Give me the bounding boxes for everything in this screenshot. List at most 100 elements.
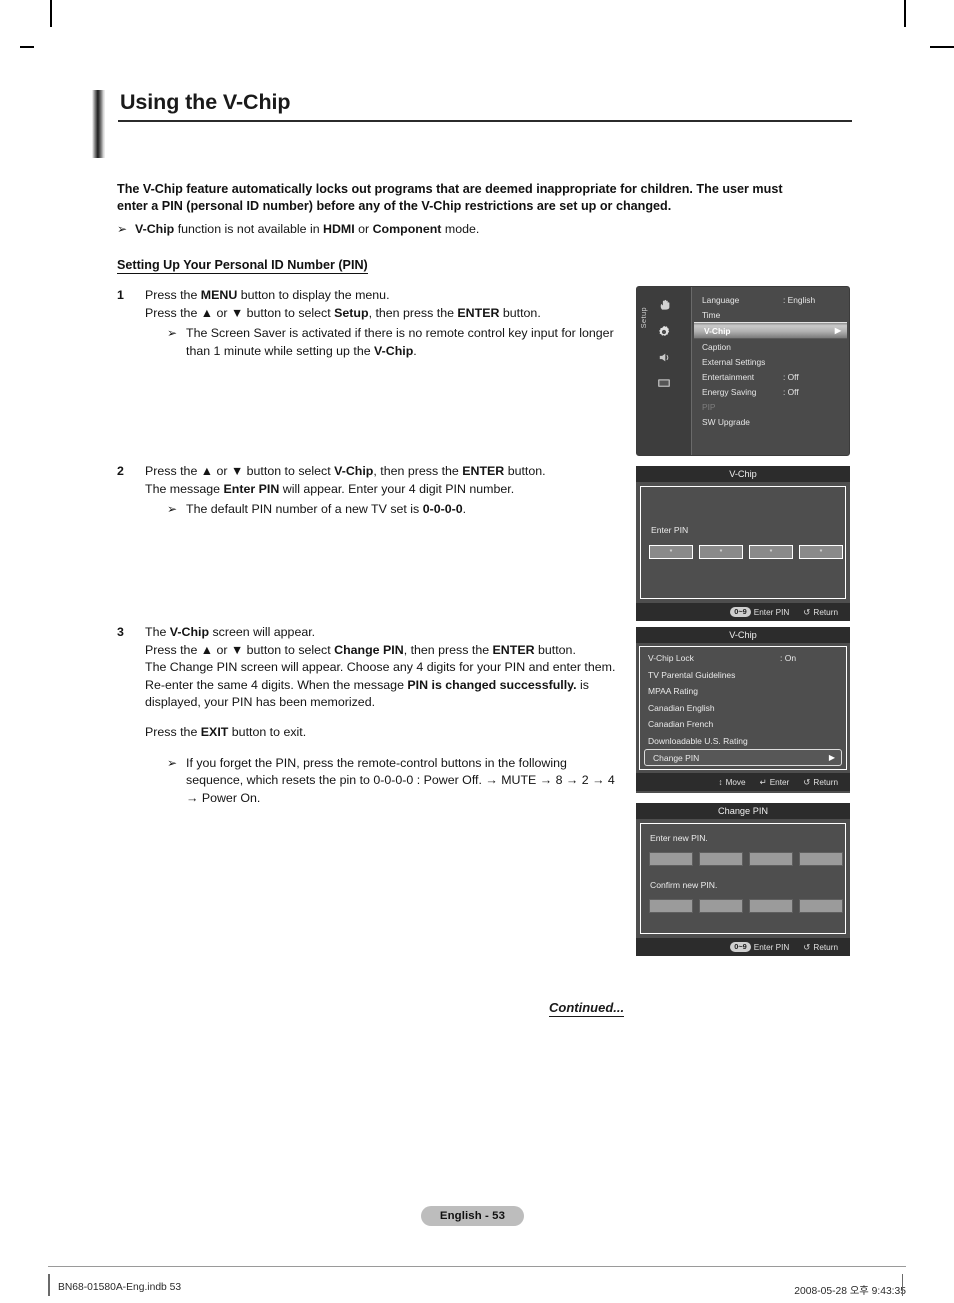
vchip-item-tv-parental-guidelines-label: TV Parental Guidelines <box>648 669 736 680</box>
change-pin-new-row[interactable] <box>649 852 843 866</box>
vchip-item-mpaa-rating-label: MPAA Rating <box>648 686 698 697</box>
chevron-right-icon: ▶ <box>834 326 841 335</box>
up-down-arrow-icon: ↕ <box>718 777 723 787</box>
vchip-item-downloadable-us-rating-label: Downloadable U.S. Rating <box>648 735 748 746</box>
crop-mark-top-left-vertical <box>50 0 52 27</box>
vchip-item-lock[interactable]: V-Chip Lock : On <box>640 650 846 667</box>
osd-enter-pin-footer: 0~9 Enter PIN ↺ Return <box>636 603 850 621</box>
step-3-note-text: If you forget the PIN, press the remote-… <box>186 755 615 805</box>
menu-item-pip-label: PIP <box>702 401 716 412</box>
pin-digit-4[interactable]: * <box>799 545 843 559</box>
pin-digit-2[interactable]: * <box>699 545 743 559</box>
change-pin-confirm-row[interactable] <box>649 899 843 913</box>
title-accent-bar <box>92 90 105 158</box>
step-3-note: ➢ If you forget the PIN, press the remot… <box>167 755 627 808</box>
osd-setup-menu[interactable]: Setup Language : English Time V-Chip ▶ C… <box>636 286 850 456</box>
pin-digit-3[interactable]: * <box>749 545 793 559</box>
intro-bullet-t5: Component <box>372 222 442 236</box>
menu-item-time[interactable]: Time <box>692 307 849 322</box>
s2na: The default PIN number of a new TV set i… <box>186 502 423 517</box>
setup-rail-icons <box>655 297 673 392</box>
s1l2a: Press the ▲ or ▼ button to select <box>145 305 335 320</box>
hint-enter-pin: 0~9 Enter PIN <box>730 607 789 617</box>
s3l2a: Press the ▲ or ▼ button to select <box>145 642 335 657</box>
gear-icon[interactable] <box>655 323 673 340</box>
step-1-line-1: Press the MENU button to display the men… <box>145 287 627 305</box>
confirm-pin-digit-2[interactable] <box>699 899 743 913</box>
crop-mark-top-right-horizontal <box>930 46 954 48</box>
menu-item-sw-upgrade[interactable]: SW Upgrade <box>692 414 849 429</box>
menu-item-entertainment[interactable]: Entertainment : Off <box>692 369 849 384</box>
speaker-icon[interactable] <box>655 349 673 366</box>
s3l2e: button. <box>534 642 576 657</box>
confirm-pin-digit-1[interactable] <box>649 899 693 913</box>
hint-enter: ↵ Enter <box>760 777 790 788</box>
confirm-pin-digit-4[interactable] <box>799 899 843 913</box>
osd-vchip-footer: ↕ Move ↵ Enter ↺ Return <box>636 773 850 791</box>
menu-item-language[interactable]: Language : English <box>692 292 849 307</box>
osd-change-pin-footer: 0~9 Enter PIN ↺ Return <box>636 938 850 956</box>
vchip-item-change-pin[interactable]: Change PIN ▶ <box>644 749 842 766</box>
hint-return-label: Return <box>813 777 838 787</box>
hint-return-label: Return <box>813 942 838 952</box>
s3l1c: screen will appear. <box>209 625 316 639</box>
vchip-item-canadian-english-label: Canadian English <box>648 702 715 713</box>
intro-bullet-t6: mode. <box>441 222 480 236</box>
step-3-exit-line: Press the EXIT button to exit. <box>145 724 627 742</box>
menu-item-energy-saving[interactable]: Energy Saving : Off <box>692 384 849 399</box>
new-pin-digit-1[interactable] <box>649 852 693 866</box>
s3l2c: , then press the <box>403 642 493 657</box>
confirm-pin-digit-3[interactable] <box>749 899 793 913</box>
menu-item-external-settings-label: External Settings <box>702 356 766 367</box>
new-pin-digit-2[interactable] <box>699 852 743 866</box>
setup-rail-label: Setup <box>639 307 648 329</box>
menu-item-external-settings[interactable]: External Settings <box>692 354 849 369</box>
vchip-item-canadian-english[interactable]: Canadian English <box>640 700 846 717</box>
step-2: 2 Press the ▲ or ▼ button to select V-Ch… <box>117 463 627 519</box>
s3l2b: Change PIN <box>334 642 404 657</box>
osd-change-pin[interactable]: Change PIN Enter new PIN. Confirm new PI… <box>636 803 850 956</box>
crop-mark-top-right-vertical <box>904 0 906 27</box>
page-title: Using the V-Chip <box>120 90 291 114</box>
step-3: 3 The V-Chip screen will appear. Press t… <box>117 624 627 807</box>
vchip-item-tv-parental-guidelines[interactable]: TV Parental Guidelines <box>640 667 846 684</box>
menu-item-vchip[interactable]: V-Chip ▶ <box>694 322 847 339</box>
step-2-note: ➢ The default PIN number of a new TV set… <box>167 501 627 519</box>
intro-bullet-t2: function is not available in <box>174 222 324 236</box>
numeric-keys-pill: 0~9 <box>730 607 751 617</box>
vchip-item-downloadable-us-rating[interactable]: Downloadable U.S. Rating <box>640 733 846 750</box>
new-pin-digit-4[interactable] <box>799 852 843 866</box>
continued-link: Continued... <box>549 1000 625 1017</box>
s2l1e: button. <box>504 464 546 478</box>
screen-icon[interactable] <box>655 375 673 392</box>
s2l2c: will appear. Enter your 4 digit PIN numb… <box>279 481 515 496</box>
enter-pin-label: Enter PIN <box>651 525 689 535</box>
pin-digit-1[interactable]: * <box>649 545 693 559</box>
hand-icon[interactable] <box>655 297 673 314</box>
bullet-arrow-icon: ➢ <box>167 755 178 770</box>
s2l2a: The message <box>145 481 224 496</box>
new-pin-digit-3[interactable] <box>749 852 793 866</box>
section-heading: Setting Up Your Personal ID Number (PIN) <box>117 258 368 274</box>
step-3-line-1: The V-Chip screen will appear. <box>145 624 627 642</box>
osd-enter-pin-title: V-Chip <box>636 466 850 482</box>
vchip-item-canadian-french[interactable]: Canadian French <box>640 716 846 733</box>
s3l1a: The <box>145 625 170 639</box>
hint-return: ↺ Return <box>803 942 838 953</box>
enter-pin-digit-row[interactable]: * * * * <box>649 545 843 559</box>
menu-item-sw-upgrade-label: SW Upgrade <box>702 416 750 427</box>
s1l1a: Press the <box>145 288 201 302</box>
return-arrow-icon: ↺ <box>803 776 811 787</box>
vchip-item-mpaa-rating[interactable]: MPAA Rating <box>640 683 846 700</box>
bullet-arrow-icon: ➢ <box>167 326 178 341</box>
bullet-arrow-icon: ➢ <box>117 222 128 236</box>
s1l2b: Setup <box>334 305 369 320</box>
step-2-body: Press the ▲ or ▼ button to select V-Chip… <box>145 463 627 519</box>
menu-item-caption[interactable]: Caption <box>692 339 849 354</box>
menu-item-language-value: : English <box>783 294 816 305</box>
osd-enter-pin[interactable]: V-Chip Enter PIN * * * * 0~9 Enter PIN ↺… <box>636 466 850 621</box>
s1l2d: ENTER <box>457 305 500 320</box>
osd-vchip-title: V-Chip <box>636 627 850 643</box>
osd-vchip-menu[interactable]: V-Chip V-Chip Lock : On TV Parental Guid… <box>636 627 850 793</box>
step-2-note-text: The default PIN number of a new TV set i… <box>186 501 627 519</box>
